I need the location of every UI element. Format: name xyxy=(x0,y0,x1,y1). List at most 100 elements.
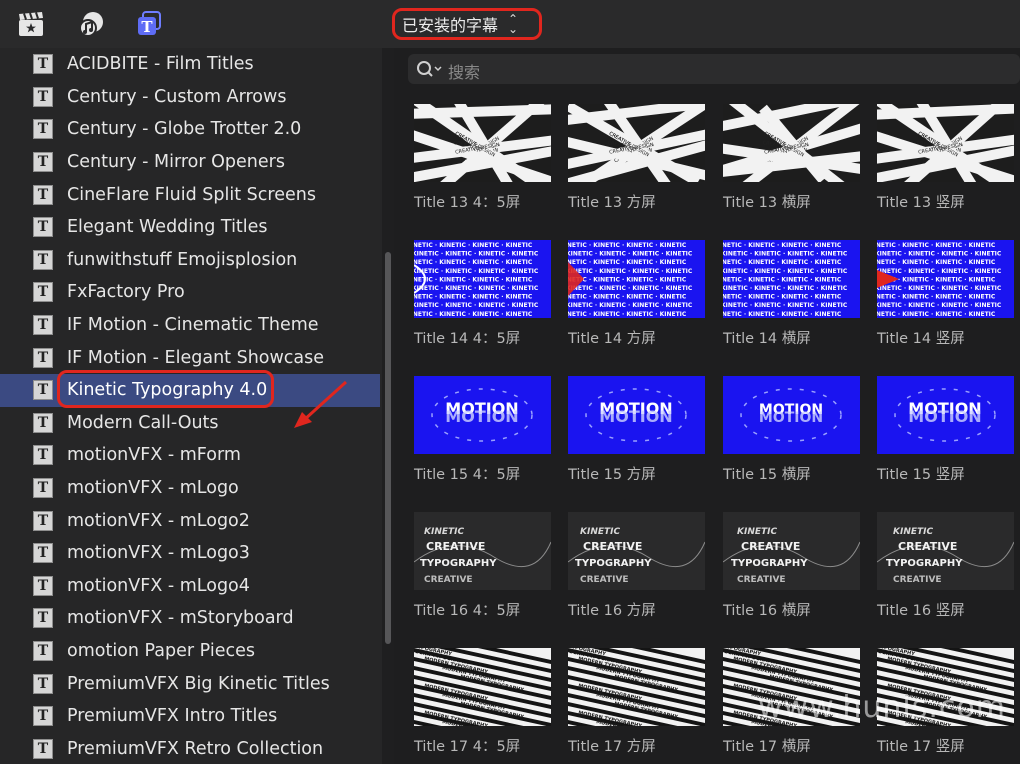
svg-text:KINETIC · KINETIC · KINETIC ·: KINETIC · KINETIC · KINETIC · KINETIC xyxy=(877,311,996,318)
title-thumbnail[interactable]: CREATIVE DESIGN CREATIVE DESIGN CREATIVE D… xyxy=(414,104,551,212)
title-thumbnail[interactable]: KINETIC CREATIVE TYPOGRAPHY CREATIVE Title 1… xyxy=(877,512,1014,620)
svg-text:KINETIC · KINETIC · KINETIC ·: KINETIC · KINETIC · KINETIC · KINETIC xyxy=(414,242,533,249)
thumbnail-image: KINETIC · KINETIC · KINETIC · KINETIC KIN… xyxy=(568,240,705,318)
thumbnail-image: MOTION MOTION xyxy=(723,376,860,454)
title-template-icon: T xyxy=(33,478,53,499)
title-thumbnail[interactable]: MOTION MOTION Title 15 方屏 xyxy=(568,376,705,484)
title-thumbnail[interactable]: KINETIC CREATIVE TYPOGRAPHY CREATIVE Title 1… xyxy=(723,512,860,620)
svg-text:KINETIC · KINETIC · KINETIC ·: KINETIC · KINETIC · KINETIC · KINETIC xyxy=(877,302,1002,309)
sidebar-item[interactable]: T IF Motion - Cinematic Theme xyxy=(0,309,380,342)
thumbnail-image: MOTION MOTION xyxy=(414,376,551,454)
title-template-icon: T xyxy=(33,217,53,238)
title-template-icon: T xyxy=(33,54,53,75)
svg-text:KINETIC · KINETIC · KINETIC ·: KINETIC · KINETIC · KINETIC · KINETIC xyxy=(877,259,996,266)
sidebar-item[interactable]: TmotionVFX - mLogo xyxy=(0,472,380,505)
title-template-icon: T xyxy=(33,673,53,694)
title-thumbnail[interactable]: MODERN TYPOGRAPHY MODERN TYPOGRAPHY MODERN… xyxy=(568,648,705,756)
thumbnail-caption: Title 17 方屏 xyxy=(568,739,656,755)
sidebar-item[interactable]: TmotionVFX - mLogo4 xyxy=(0,570,380,603)
svg-text:KINETIC · KINETIC · KINETIC ·: KINETIC · KINETIC · KINETIC · KINETIC xyxy=(568,251,693,258)
sidebar-item[interactable]: T PremiumVFX Intro Titles xyxy=(0,700,380,733)
sidebar-item[interactable]: T PremiumVFX Retro Collection xyxy=(0,733,380,764)
installed-titles-dropdown[interactable]: 已安装的字幕 ⌃ ⌄ xyxy=(392,8,542,40)
svg-text:CREATIVE: CREATIVE xyxy=(737,575,786,585)
sidebar-item[interactable]: TmotionVFX - mLogo2 xyxy=(0,504,380,537)
sidebar-item[interactable]: T CineFlare Fluid Split Screens xyxy=(0,178,380,211)
title-template-icon: T xyxy=(33,282,53,303)
title-thumbnail[interactable]: MOTION MOTION Title 15 竖屏 xyxy=(877,376,1014,484)
svg-text:KINETIC · KINETIC · KINETIC ·: KINETIC · KINETIC · KINETIC · KINETIC xyxy=(568,276,687,283)
svg-text:KINETIC · KINETIC · KINETIC ·: KINETIC · KINETIC · KINETIC · KINETIC xyxy=(723,259,842,266)
thumbnail-caption: Title 14 4：5屏 xyxy=(414,331,521,347)
thumbnail-image: MOTION MOTION xyxy=(877,376,1014,454)
title-thumbnail[interactable]: KINETIC · KINETIC · KINETIC · KINETIC KIN… xyxy=(723,240,860,348)
title-thumbnail[interactable]: MOTION MOTION Title 15 横屏 xyxy=(723,376,860,484)
title-thumbnail[interactable]: CREATIVE DESIGN CREATIVE DESIGN CREATIVE D… xyxy=(568,104,705,212)
sidebar-item[interactable]: T PremiumVFX Big Kinetic Titles xyxy=(0,667,380,700)
sidebar-item-label: PremiumVFX Intro Titles xyxy=(67,706,278,727)
sidebar-item[interactable]: Tomotion Paper Pieces xyxy=(0,635,380,668)
sidebar-item-label: omotion Paper Pieces xyxy=(67,641,255,662)
sidebar-item[interactable]: T Century - Custom Arrows xyxy=(0,81,380,114)
sidebar-item[interactable]: T ACIDBITE - Film Titles xyxy=(0,48,380,81)
sidebar-item-label: FxFactory Pro xyxy=(67,282,185,303)
title-thumbnail[interactable]: KINETIC · KINETIC · KINETIC · KINETIC KIN… xyxy=(414,240,551,348)
svg-text:TYPOGRAPHY: TYPOGRAPHY xyxy=(420,558,497,569)
title-template-icon: T xyxy=(33,86,53,107)
clapper-icon[interactable] xyxy=(16,9,46,39)
sidebar-item[interactable]: T Century - Mirror Openers xyxy=(0,146,380,179)
sidebar-item[interactable]: T Elegant Wedding Titles xyxy=(0,211,380,244)
svg-text:KINETIC · KINETIC · KINETIC ·: KINETIC · KINETIC · KINETIC · KINETIC xyxy=(723,285,848,292)
svg-text:KINETIC · KINETIC · KINETIC ·: KINETIC · KINETIC · KINETIC · KINETIC xyxy=(723,302,848,309)
thumbnail-caption: Title 15 竖屏 xyxy=(877,467,965,483)
search-field[interactable]: 搜索 xyxy=(408,54,1020,84)
search-icon[interactable] xyxy=(416,60,444,78)
svg-text:KINETIC · KINETIC · KINETIC ·: KINETIC · KINETIC · KINETIC · KINETIC xyxy=(723,242,842,249)
title-thumbnail[interactable]: KINETIC CREATIVE TYPOGRAPHY CREATIVE Title 1… xyxy=(414,512,551,620)
titles-icon[interactable]: T xyxy=(134,9,164,39)
svg-text:KINETIC · KINETIC · KINETIC ·: KINETIC · KINETIC · KINETIC · KINETIC xyxy=(568,242,687,249)
svg-text:KINETIC: KINETIC xyxy=(737,527,777,537)
title-thumbnail[interactable]: CREATIVE DESIGN CREATIVE DESIGN CREATIVE D… xyxy=(877,104,1014,212)
thumbnail-caption: Title 13 竖屏 xyxy=(877,195,965,211)
svg-text:MOTION: MOTION xyxy=(445,407,518,426)
sidebar-item[interactable]: TmotionVFX - mForm xyxy=(0,439,380,472)
thumbnail-image: KINETIC · KINETIC · KINETIC · KINETIC KIN… xyxy=(414,240,551,318)
title-thumbnail[interactable]: KINETIC · KINETIC · KINETIC · KINETIC KIN… xyxy=(568,240,705,348)
sidebar-scroll-thumb[interactable] xyxy=(385,252,391,644)
svg-text:KINETIC · KINETIC · KINETIC ·: KINETIC · KINETIC · KINETIC · KINETIC xyxy=(723,251,848,258)
sidebar-item-label: motionVFX - mLogo xyxy=(67,478,239,499)
browser-toolbar: T 已安装的字幕 ⌃ ⌄ xyxy=(0,0,1020,49)
svg-text:KINETIC · KINETIC · KINETIC ·: KINETIC · KINETIC · KINETIC · KINETIC xyxy=(877,268,1002,275)
thumbnail-caption: Title 13 方屏 xyxy=(568,195,656,211)
svg-text:KINETIC · KINETIC · KINETIC ·: KINETIC · KINETIC · KINETIC · KINETIC xyxy=(414,285,539,292)
titles-category-list: T ACIDBITE - Film Titles T Century - Custom… xyxy=(0,48,394,764)
title-thumbnail[interactable]: MOTION MOTION Title 15 4：5屏 xyxy=(414,376,551,484)
thumbnail-caption: Title 13 横屏 xyxy=(723,195,811,211)
title-thumbnail[interactable]: KINETIC · KINETIC · KINETIC · KINETIC KIN… xyxy=(877,240,1014,348)
svg-text:MOTION: MOTION xyxy=(908,407,981,426)
svg-text:KINETIC · KINETIC · KINETIC ·: KINETIC · KINETIC · KINETIC · KINETIC xyxy=(568,311,687,318)
title-template-icon: T xyxy=(33,249,53,270)
sidebar-item[interactable]: T Century - Globe Trotter 2.0 xyxy=(0,113,380,146)
sidebar-item[interactable]: T FxFactory Pro xyxy=(0,276,380,309)
svg-text:KINETIC · KINETIC · KINETIC ·: KINETIC · KINETIC · KINETIC · KINETIC xyxy=(414,259,533,266)
title-template-icon: T xyxy=(33,119,53,140)
title-thumbnail[interactable]: MODERN TYPOGRAPHY MODERN TYPOGRAPHY MODERN… xyxy=(414,648,551,756)
title-template-icon: T xyxy=(33,608,53,629)
sidebar-item-label: motionVFX - mLogo4 xyxy=(67,575,250,596)
thumbnail-image: KINETIC CREATIVE TYPOGRAPHY CREATIVE xyxy=(568,512,705,590)
title-thumbnail[interactable]: CREATIVE DESIGN CREATIVE DESIGN CREATIVE D… xyxy=(723,104,860,212)
sidebar-item[interactable]: TmotionVFX - mStoryboard xyxy=(0,602,380,635)
sidebar-item[interactable]: TmotionVFX - mLogo3 xyxy=(0,537,380,570)
music-photo-icon[interactable] xyxy=(76,9,106,39)
sidebar-item[interactable]: Tfunwithstuff Emojisplosion xyxy=(0,244,380,277)
title-thumbnail[interactable]: KINETIC CREATIVE TYPOGRAPHY CREATIVE Title 1… xyxy=(568,512,705,620)
titles-browser: 搜索 CREATIVE DESIGN CREATIVE DESIGN CREATIV… xyxy=(394,48,1020,764)
svg-text:KINETIC · KINETIC · KINETIC ·: KINETIC · KINETIC · KINETIC · KINETIC xyxy=(414,294,533,301)
svg-text:CREATIVE: CREATIVE xyxy=(426,540,485,553)
svg-text:CREATIVE: CREATIVE xyxy=(893,575,942,585)
thumbnail-image: KINETIC CREATIVE TYPOGRAPHY CREATIVE xyxy=(414,512,551,590)
red-arrow-annotation xyxy=(294,380,348,428)
search-input[interactable]: 搜索 xyxy=(448,59,480,83)
